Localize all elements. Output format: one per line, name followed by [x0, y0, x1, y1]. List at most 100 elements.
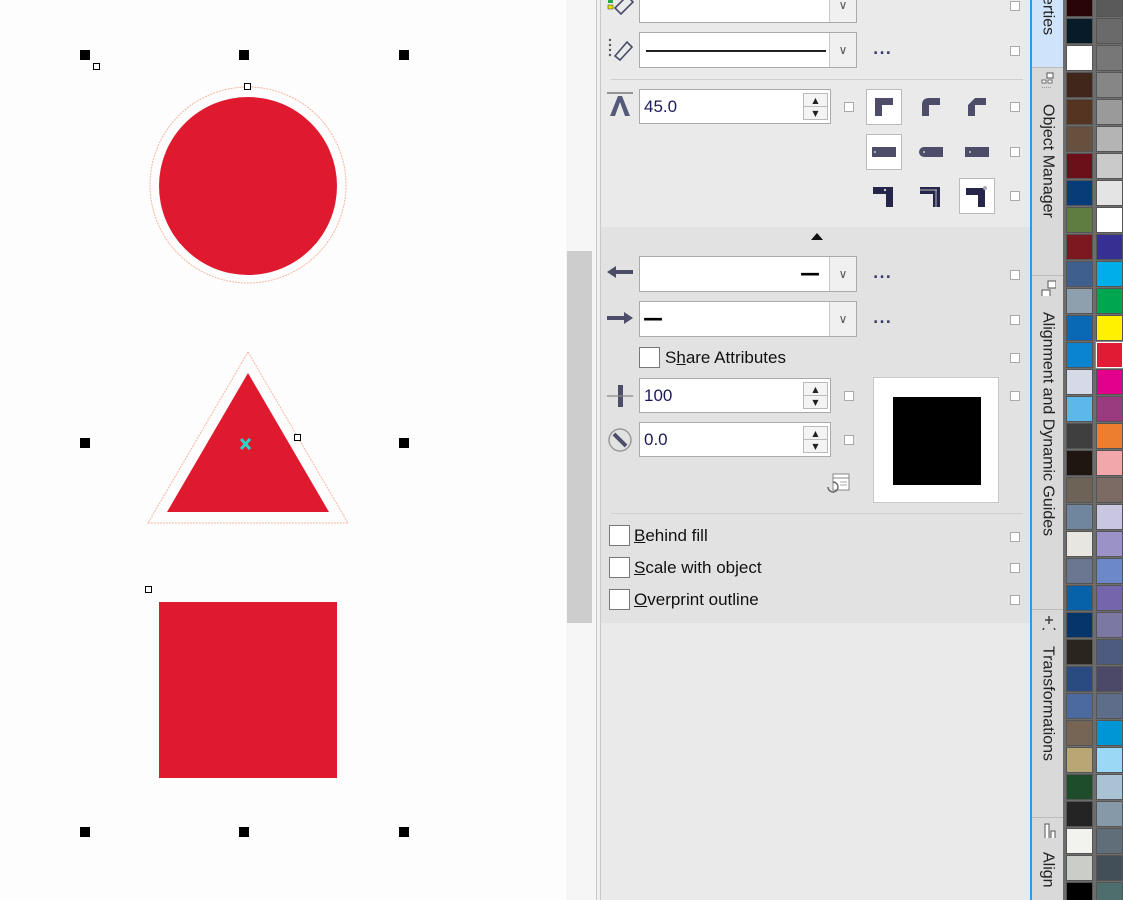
node-marker[interactable]	[294, 434, 301, 441]
lock-checkbox[interactable]	[1010, 147, 1020, 157]
nib-stretch-field[interactable]: 100 ▲ ▼	[639, 378, 831, 413]
end-arrow-more-button[interactable]: ...	[873, 311, 892, 327]
color-swatch[interactable]	[1066, 828, 1093, 854]
color-swatch[interactable]	[1096, 774, 1123, 800]
color-swatch[interactable]	[1096, 396, 1123, 422]
lock-checkbox[interactable]	[844, 391, 854, 401]
color-swatch[interactable]	[1066, 747, 1093, 773]
cap-round-button[interactable]	[913, 134, 949, 170]
spin-down-icon[interactable]: ▼	[804, 107, 827, 120]
color-swatch[interactable]	[1096, 882, 1123, 900]
line-style-more-button[interactable]: ...	[873, 42, 892, 58]
selection-handle-bottom-right[interactable]	[399, 827, 409, 837]
share-attributes-checkbox[interactable]	[639, 347, 660, 368]
color-swatch[interactable]	[1096, 666, 1123, 692]
color-swatch[interactable]	[1096, 477, 1123, 503]
lock-checkbox[interactable]	[1010, 391, 1020, 401]
color-swatch[interactable]	[1066, 369, 1093, 395]
color-swatch[interactable]	[1096, 153, 1123, 179]
selection-handle-middle-right[interactable]	[399, 438, 409, 448]
color-swatch[interactable]	[1096, 612, 1123, 638]
lock-checkbox[interactable]	[1010, 353, 1020, 363]
color-swatch[interactable]	[1066, 531, 1093, 557]
color-swatch[interactable]	[1096, 45, 1123, 71]
collapse-section-icon[interactable]	[811, 233, 823, 240]
color-swatch[interactable]	[1096, 99, 1123, 125]
color-swatch[interactable]	[1096, 693, 1123, 719]
position-inside-button[interactable]	[959, 178, 995, 214]
color-swatch[interactable]	[1096, 801, 1123, 827]
node-marker[interactable]	[93, 63, 100, 70]
color-swatch[interactable]	[1066, 18, 1093, 44]
color-swatch[interactable]	[1066, 720, 1093, 746]
miter-limit-value[interactable]: 45.0	[644, 97, 677, 117]
color-swatch[interactable]	[1096, 126, 1123, 152]
color-swatch[interactable]	[1066, 180, 1093, 206]
color-swatch[interactable]	[1066, 612, 1093, 638]
color-swatch[interactable]	[1066, 882, 1093, 900]
lock-checkbox[interactable]	[844, 102, 854, 112]
scale-with-object-checkbox[interactable]	[609, 557, 630, 578]
lock-checkbox[interactable]	[1010, 102, 1020, 112]
lock-checkbox[interactable]	[1010, 46, 1020, 56]
nib-stretch-spinner[interactable]: ▲ ▼	[803, 382, 828, 409]
tab-alignment-guides[interactable]: Alignment and Dynamic Guides	[1032, 276, 1063, 610]
color-swatch[interactable]	[1096, 18, 1123, 44]
node-marker[interactable]	[145, 586, 152, 593]
nib-shape-preview[interactable]	[873, 377, 999, 503]
line-style-combo[interactable]: ∨	[639, 32, 857, 68]
color-swatch[interactable]	[1096, 531, 1123, 557]
color-swatch[interactable]	[1096, 0, 1123, 17]
spin-down-icon[interactable]: ▼	[804, 396, 827, 409]
color-swatch[interactable]	[1066, 342, 1093, 368]
chevron-down-icon[interactable]: ∨	[829, 0, 856, 22]
pen-color-combo[interactable]: ∨	[639, 0, 857, 23]
lock-checkbox[interactable]	[844, 435, 854, 445]
lock-checkbox[interactable]	[1010, 563, 1020, 573]
color-swatch[interactable]	[1066, 855, 1093, 881]
behind-fill-label[interactable]: Behind fill	[634, 526, 708, 546]
start-arrow-more-button[interactable]: ...	[873, 266, 892, 282]
lock-checkbox[interactable]	[1010, 1, 1020, 11]
position-outside-button[interactable]	[866, 178, 902, 214]
behind-fill-checkbox[interactable]	[609, 525, 630, 546]
corner-miter-button[interactable]	[866, 89, 902, 125]
miter-limit-field[interactable]: 45.0 ▲ ▼	[639, 89, 831, 124]
color-swatch[interactable]	[1096, 855, 1123, 881]
color-swatch[interactable]	[1066, 261, 1093, 287]
color-swatch[interactable]	[1066, 666, 1093, 692]
color-swatch[interactable]	[1096, 639, 1123, 665]
end-arrowhead-combo[interactable]: — ∨	[639, 301, 857, 337]
tab-properties[interactable]: erties	[1032, 0, 1063, 68]
color-swatch[interactable]	[1066, 288, 1093, 314]
color-swatch[interactable]	[1066, 558, 1093, 584]
tab-align[interactable]: Align	[1032, 818, 1063, 900]
color-swatch[interactable]	[1066, 207, 1093, 233]
share-attributes-label[interactable]: Share Attributes	[665, 348, 786, 368]
overprint-outline-label[interactable]: Overprint outline	[634, 590, 759, 610]
red-square[interactable]	[159, 602, 337, 778]
color-swatch[interactable]	[1096, 288, 1123, 314]
color-swatch[interactable]	[1066, 126, 1093, 152]
color-swatch[interactable]	[1096, 504, 1123, 530]
chevron-down-icon[interactable]: ∨	[829, 33, 856, 67]
cap-square-button[interactable]	[866, 134, 902, 170]
color-swatch[interactable]	[1066, 450, 1093, 476]
color-swatch[interactable]	[1096, 747, 1123, 773]
tab-transformations[interactable]: Transformations	[1032, 610, 1063, 818]
color-swatch[interactable]	[1066, 423, 1093, 449]
color-swatch[interactable]	[1066, 396, 1093, 422]
nib-stretch-value[interactable]: 100	[644, 386, 672, 406]
drawing-canvas[interactable]	[0, 0, 566, 900]
color-swatch[interactable]	[1096, 207, 1123, 233]
color-swatch[interactable]	[1066, 801, 1093, 827]
color-swatch[interactable]	[1096, 180, 1123, 206]
selection-handle-top-center[interactable]	[239, 50, 249, 60]
color-swatch[interactable]	[1066, 153, 1093, 179]
spin-up-icon[interactable]: ▲	[804, 427, 827, 440]
selection-handle-middle-left[interactable]	[80, 438, 90, 448]
nib-angle-field[interactable]: 0.0 ▲ ▼	[639, 422, 831, 457]
color-swatch[interactable]	[1066, 774, 1093, 800]
color-swatch[interactable]	[1096, 315, 1123, 341]
tab-object-manager[interactable]: Object Manager	[1032, 68, 1063, 276]
